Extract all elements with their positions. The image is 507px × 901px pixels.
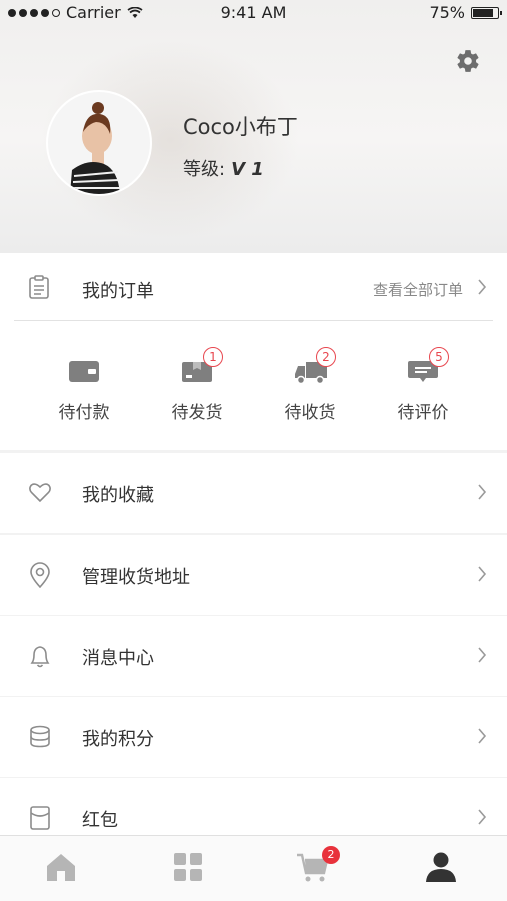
member-level: 等级: V 1 bbox=[183, 155, 264, 181]
settings-gear-icon[interactable] bbox=[455, 48, 481, 74]
user-icon[interactable] bbox=[424, 850, 458, 884]
status-bar: Carrier 9:41 AM 75% bbox=[0, 0, 507, 26]
coins-icon bbox=[30, 725, 50, 748]
orders-card: 我的订单 查看全部订单 待付款 1 待发货 2 待收货 5 待评价 bbox=[0, 253, 507, 450]
menu-row-points[interactable]: 我的积分 bbox=[0, 697, 507, 777]
order-status-to-receive[interactable]: 2 待收货 bbox=[260, 321, 360, 450]
order-status-label: 待收货 bbox=[284, 403, 336, 423]
package-icon-wrap: 1 bbox=[181, 347, 223, 385]
menu-row-address[interactable]: 管理收货地址 bbox=[0, 535, 507, 615]
heart-icon bbox=[29, 483, 51, 503]
badge-count: 1 bbox=[203, 347, 223, 367]
menu-row-label: 管理收货地址 bbox=[82, 567, 190, 588]
menu-row-label: 我的积分 bbox=[82, 729, 154, 750]
menu-row-messages[interactable]: 消息中心 bbox=[0, 616, 507, 696]
chevron-right-icon bbox=[478, 728, 487, 744]
menu-row-favorites[interactable]: 我的收藏 bbox=[0, 453, 507, 533]
chevron-right-icon bbox=[478, 484, 487, 500]
chevron-right-icon bbox=[478, 809, 487, 825]
grid-icon[interactable] bbox=[171, 850, 205, 884]
chevron-right-icon bbox=[478, 647, 487, 663]
level-label: 等级: bbox=[183, 159, 226, 180]
battery-icon bbox=[471, 6, 502, 19]
order-status-to-review[interactable]: 5 待评价 bbox=[373, 321, 473, 450]
menu-row-label: 消息中心 bbox=[82, 648, 154, 669]
wallet-icon bbox=[69, 361, 99, 382]
badge-count: 2 bbox=[316, 347, 336, 367]
avatar[interactable] bbox=[48, 92, 150, 194]
location-pin-icon bbox=[30, 562, 50, 588]
view-all-orders-link[interactable]: 查看全部订单 bbox=[373, 279, 463, 300]
chevron-right-icon bbox=[478, 279, 487, 295]
order-status-label: 待付款 bbox=[58, 403, 110, 423]
order-status-label: 待评价 bbox=[397, 403, 449, 423]
bottom-tab-bar: 2 bbox=[0, 835, 507, 901]
order-status-to-ship[interactable]: 1 待发货 bbox=[147, 321, 247, 450]
menu-row-label: 我的收藏 bbox=[82, 485, 154, 506]
my-orders-row[interactable]: 我的订单 查看全部订单 bbox=[0, 253, 507, 320]
order-status-unpaid[interactable]: 待付款 bbox=[34, 321, 134, 450]
comment-icon-wrap: 5 bbox=[407, 347, 449, 385]
my-orders-title: 我的订单 bbox=[82, 281, 154, 302]
order-status-label: 待发货 bbox=[171, 403, 223, 423]
chevron-right-icon bbox=[478, 566, 487, 582]
battery-percent: 75% bbox=[429, 3, 465, 22]
red-envelope-icon bbox=[30, 806, 50, 830]
cart-tab[interactable]: 2 bbox=[296, 846, 340, 884]
level-value: V 1 bbox=[231, 159, 264, 180]
avatar-portrait-image bbox=[48, 92, 150, 194]
home-icon[interactable] bbox=[44, 850, 78, 884]
bell-icon bbox=[30, 646, 50, 668]
menu-row-label: 红包 bbox=[82, 810, 118, 831]
truck-icon-wrap: 2 bbox=[294, 347, 336, 385]
username: Coco小布丁 bbox=[183, 115, 298, 139]
clipboard-icon bbox=[29, 275, 49, 299]
badge-count: 5 bbox=[429, 347, 449, 367]
profile-header: Coco小布丁 等级: V 1 bbox=[0, 0, 507, 253]
order-status-list: 待付款 1 待发货 2 待收货 5 待评价 bbox=[0, 321, 507, 450]
cart-badge: 2 bbox=[322, 846, 340, 864]
